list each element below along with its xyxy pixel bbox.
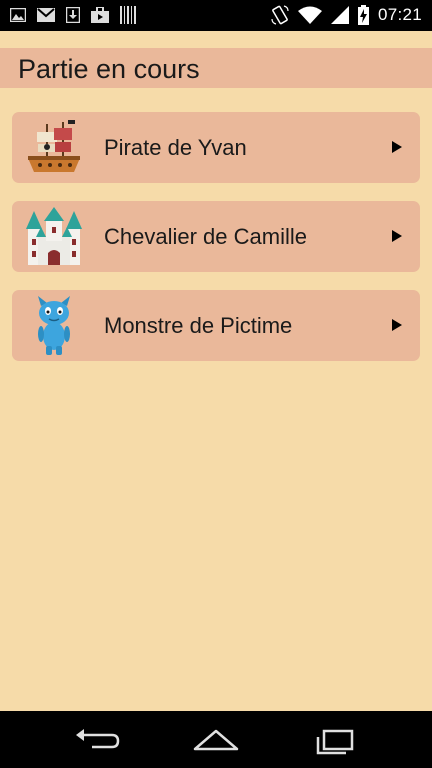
back-icon (72, 725, 122, 755)
system-icons: 07:21 (271, 4, 422, 26)
navigation-bar (0, 711, 432, 768)
arrow-right-icon (392, 230, 402, 242)
list-item-chevalier[interactable]: Chevalier de Camille (12, 201, 420, 272)
home-icon (191, 725, 241, 755)
section-header: Partie en cours (0, 48, 432, 88)
page-title: Partie en cours (18, 54, 200, 84)
arrow-right-icon (392, 141, 402, 153)
pirate-ship-icon (24, 118, 84, 178)
list-item-monstre[interactable]: Monstre de Pictime (12, 290, 420, 361)
rotate-icon (271, 5, 289, 25)
status-clock: 07:21 (377, 5, 422, 24)
image-icon (10, 8, 26, 22)
game-label: Monstre de Pictime (104, 313, 293, 338)
back-button[interactable] (72, 725, 122, 755)
list-item-pirate[interactable]: Pirate de Yvan (12, 112, 420, 183)
recents-button[interactable] (312, 725, 362, 755)
action-bar-spacer (0, 31, 432, 48)
castle-icon (24, 207, 84, 267)
recents-icon (312, 725, 362, 755)
home-button[interactable] (191, 725, 241, 755)
gmail-icon (37, 8, 55, 22)
shop-icon (91, 7, 109, 23)
barcode-icon (120, 6, 136, 24)
arrow-right-icon (392, 319, 402, 331)
game-label: Pirate de Yvan (104, 135, 247, 160)
game-list: Pirate de Yvan Chevalier de Camille Mons… (12, 112, 420, 379)
notification-icons (10, 5, 136, 25)
download-icon (66, 7, 80, 23)
battery-charging-icon (357, 5, 369, 25)
monster-icon (24, 296, 84, 356)
status-bar: 07:21 (0, 0, 432, 31)
cellular-signal-icon (330, 6, 349, 24)
game-label: Chevalier de Camille (104, 224, 307, 249)
wifi-icon (297, 6, 322, 24)
